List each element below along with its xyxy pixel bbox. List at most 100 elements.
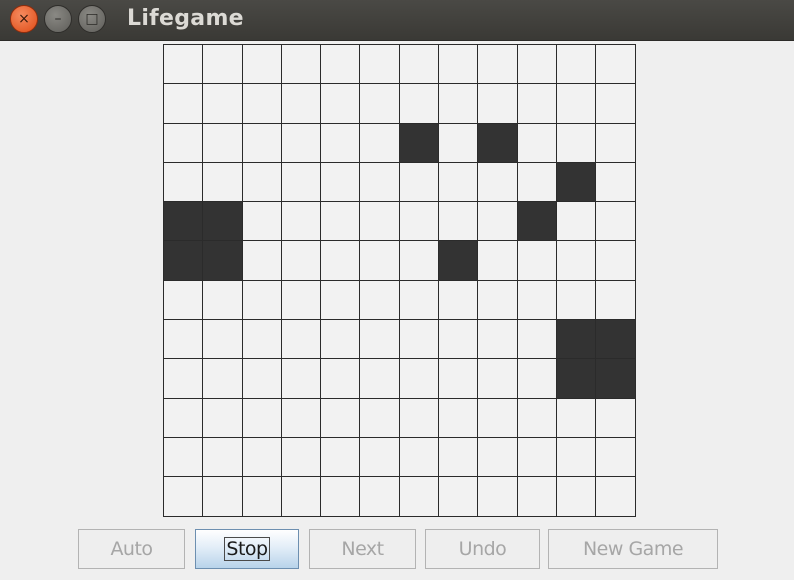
- board-cell-dead[interactable]: [242, 398, 282, 438]
- board-cell-dead[interactable]: [439, 437, 479, 478]
- board-cell-dead[interactable]: [164, 123, 204, 163]
- board-cell-dead[interactable]: [439, 398, 479, 438]
- board-cell-dead[interactable]: [596, 280, 636, 321]
- board-cell-dead[interactable]: [478, 162, 518, 203]
- board-cell-dead[interactable]: [203, 359, 243, 399]
- board-cell-alive[interactable]: [164, 202, 204, 242]
- board-cell-dead[interactable]: [242, 202, 282, 242]
- board-cell-dead[interactable]: [164, 398, 204, 438]
- board-cell-dead[interactable]: [596, 123, 636, 163]
- board-cell-dead[interactable]: [517, 241, 557, 281]
- board-cell-dead[interactable]: [321, 45, 361, 85]
- board-cell-dead[interactable]: [478, 437, 518, 478]
- board-cell-alive[interactable]: [203, 202, 243, 242]
- board-cell-dead[interactable]: [281, 45, 322, 85]
- board-cell-dead[interactable]: [242, 84, 282, 124]
- board-cell-dead[interactable]: [281, 84, 322, 124]
- board-cell-alive[interactable]: [556, 359, 597, 399]
- board-cell-dead[interactable]: [360, 45, 400, 85]
- board-cell-dead[interactable]: [596, 437, 636, 478]
- board-cell-dead[interactable]: [478, 398, 518, 438]
- board-cell-dead[interactable]: [439, 320, 479, 360]
- undo-button[interactable]: Undo: [425, 529, 540, 569]
- board-cell-dead[interactable]: [478, 320, 518, 360]
- board-cell-dead[interactable]: [399, 202, 440, 242]
- board-cell-dead[interactable]: [399, 45, 440, 85]
- board-cell-dead[interactable]: [399, 280, 440, 321]
- board-cell-dead[interactable]: [203, 437, 243, 478]
- board-cell-dead[interactable]: [360, 437, 400, 478]
- board-cell-dead[interactable]: [556, 241, 597, 281]
- board-cell-dead[interactable]: [164, 359, 204, 399]
- board-cell-alive[interactable]: [478, 123, 518, 163]
- board-cell-alive[interactable]: [203, 241, 243, 281]
- board-cell-dead[interactable]: [242, 241, 282, 281]
- board-cell-dead[interactable]: [556, 398, 597, 438]
- board-cell-dead[interactable]: [164, 84, 204, 124]
- maximize-button[interactable]: □: [78, 5, 106, 33]
- board-cell-dead[interactable]: [360, 162, 400, 203]
- board-cell-dead[interactable]: [164, 477, 204, 517]
- board-cell-dead[interactable]: [242, 162, 282, 203]
- board-cell-dead[interactable]: [321, 320, 361, 360]
- board-cell-alive[interactable]: [556, 162, 597, 203]
- board-cell-dead[interactable]: [439, 359, 479, 399]
- board-cell-dead[interactable]: [439, 280, 479, 321]
- board-cell-alive[interactable]: [596, 320, 636, 360]
- board-cell-dead[interactable]: [164, 320, 204, 360]
- board-cell-dead[interactable]: [242, 359, 282, 399]
- board-cell-dead[interactable]: [321, 202, 361, 242]
- board-cell-dead[interactable]: [242, 123, 282, 163]
- board-cell-dead[interactable]: [596, 398, 636, 438]
- board-cell-dead[interactable]: [321, 359, 361, 399]
- board-cell-dead[interactable]: [399, 84, 440, 124]
- stop-button[interactable]: Stop: [195, 529, 299, 569]
- board-cell-dead[interactable]: [281, 162, 322, 203]
- board-cell-dead[interactable]: [517, 162, 557, 203]
- board-cell-dead[interactable]: [556, 437, 597, 478]
- board-cell-dead[interactable]: [281, 123, 322, 163]
- board-cell-dead[interactable]: [596, 162, 636, 203]
- board-cell-dead[interactable]: [164, 280, 204, 321]
- board-cell-dead[interactable]: [360, 280, 400, 321]
- board-cell-alive[interactable]: [439, 241, 479, 281]
- board-cell-dead[interactable]: [399, 320, 440, 360]
- board-cell-dead[interactable]: [203, 45, 243, 85]
- board-cell-dead[interactable]: [556, 280, 597, 321]
- minimize-button[interactable]: –: [44, 5, 72, 33]
- board-cell-dead[interactable]: [439, 162, 479, 203]
- board-cell-alive[interactable]: [556, 320, 597, 360]
- board-cell-dead[interactable]: [478, 477, 518, 517]
- board-cell-dead[interactable]: [399, 162, 440, 203]
- board-cell-dead[interactable]: [360, 123, 400, 163]
- board-cell-dead[interactable]: [242, 437, 282, 478]
- board-cell-dead[interactable]: [517, 398, 557, 438]
- board-cell-dead[interactable]: [556, 45, 597, 85]
- board-cell-dead[interactable]: [281, 320, 322, 360]
- board-cell-dead[interactable]: [596, 477, 636, 517]
- board-cell-dead[interactable]: [281, 202, 322, 242]
- new-game-button[interactable]: New Game: [548, 529, 718, 569]
- board-cell-dead[interactable]: [360, 320, 400, 360]
- board-cell-alive[interactable]: [596, 359, 636, 399]
- board-cell-dead[interactable]: [556, 477, 597, 517]
- board-cell-dead[interactable]: [164, 162, 204, 203]
- board-cell-alive[interactable]: [399, 123, 440, 163]
- board-cell-dead[interactable]: [281, 280, 322, 321]
- board-cell-dead[interactable]: [242, 280, 282, 321]
- board-cell-dead[interactable]: [556, 84, 597, 124]
- board-cell-dead[interactable]: [439, 202, 479, 242]
- board-cell-dead[interactable]: [517, 437, 557, 478]
- board-cell-dead[interactable]: [321, 398, 361, 438]
- board-cell-dead[interactable]: [478, 280, 518, 321]
- board-cell-dead[interactable]: [360, 202, 400, 242]
- board-cell-dead[interactable]: [360, 359, 400, 399]
- board-cell-dead[interactable]: [321, 123, 361, 163]
- board-cell-dead[interactable]: [281, 437, 322, 478]
- board-cell-dead[interactable]: [478, 202, 518, 242]
- game-board[interactable]: [163, 44, 636, 517]
- board-cell-dead[interactable]: [399, 398, 440, 438]
- board-cell-dead[interactable]: [478, 84, 518, 124]
- board-cell-dead[interactable]: [281, 359, 322, 399]
- auto-button[interactable]: Auto: [78, 529, 185, 569]
